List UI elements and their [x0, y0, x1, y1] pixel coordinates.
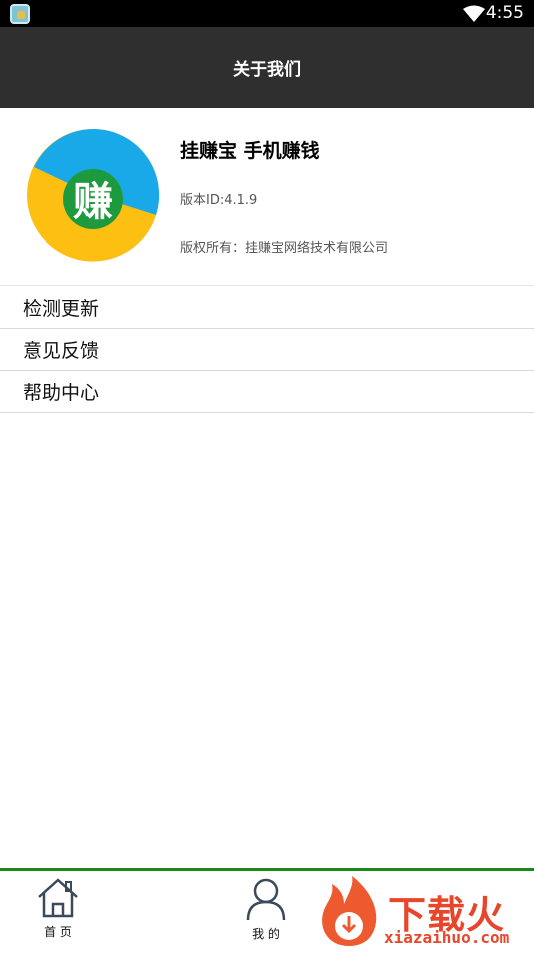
nav-label-home: 首 页 [44, 925, 72, 939]
menu-item-check-update[interactable]: 检测更新 [0, 287, 534, 329]
title-bar: 关于我们 [0, 27, 534, 108]
logo-char: 赚 [73, 179, 113, 225]
notification-app-icon [10, 4, 30, 24]
user-icon [246, 878, 286, 921]
home-icon [38, 878, 78, 918]
status-time: 4:55 [485, 3, 524, 23]
app-version: 版本ID:4.1.9 [180, 193, 258, 208]
flame-logo-icon [322, 876, 377, 946]
settings-menu: 检测更新 意见反馈 帮助中心 [0, 287, 534, 413]
watermark: 下载火 xiazaihuo.com [314, 876, 534, 949]
nav-item-mine[interactable]: 我 的 [236, 877, 296, 942]
menu-item-label: 意见反馈 [23, 340, 100, 362]
app-logo: 赚 [27, 128, 160, 262]
nav-label-mine: 我 的 [252, 927, 280, 941]
app-name: 挂赚宝 手机赚钱 [180, 140, 320, 162]
menu-item-label: 检测更新 [23, 298, 100, 320]
wifi-icon [463, 5, 485, 22]
app-copyright: 版权所有：挂赚宝网络技术有限公司 [180, 241, 389, 256]
status-bar: 4:55 [0, 0, 534, 27]
nav-item-home[interactable]: 首 页 [28, 877, 88, 940]
menu-item-feedback[interactable]: 意见反馈 [0, 329, 534, 371]
page-title: 关于我们 [233, 60, 301, 80]
watermark-url: xiazaihuo.com [384, 928, 510, 947]
menu-item-label: 帮助中心 [23, 382, 100, 404]
menu-item-help-center[interactable]: 帮助中心 [0, 371, 534, 413]
